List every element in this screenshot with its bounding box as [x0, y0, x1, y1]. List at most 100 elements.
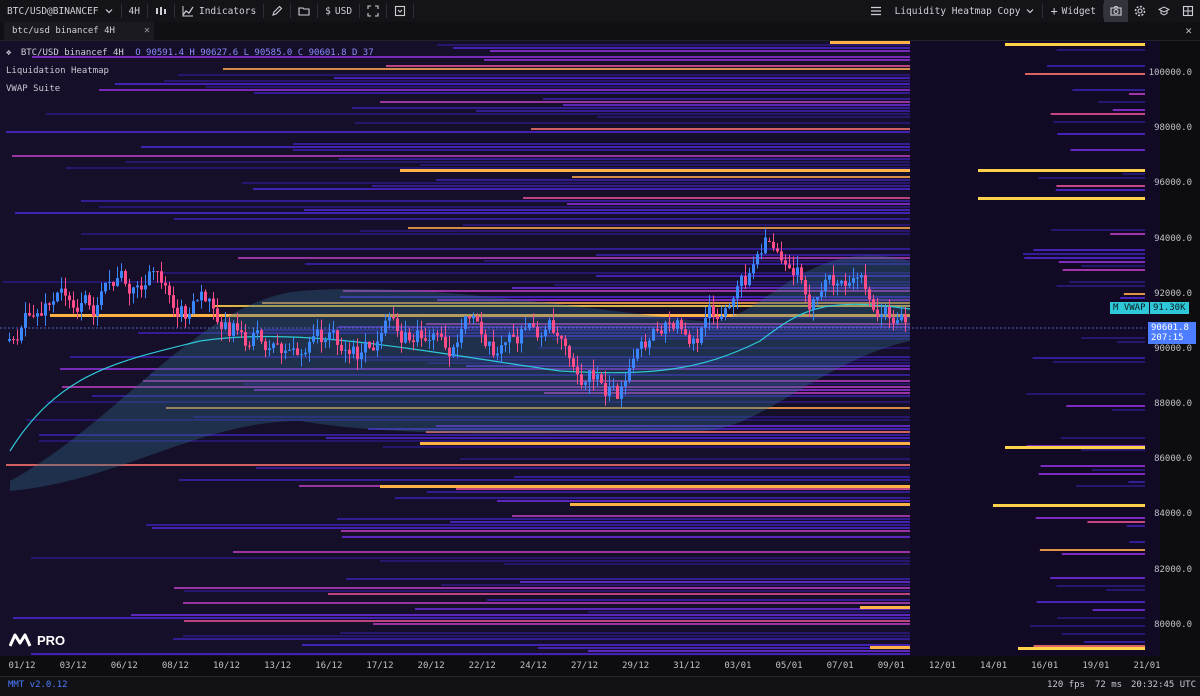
close-icon[interactable]: ✕ — [144, 25, 150, 36]
heatmap-band — [293, 143, 910, 145]
candle-body — [748, 273, 751, 285]
heatmap-band — [563, 104, 910, 106]
trend-line-icon — [182, 6, 194, 17]
candle-body — [404, 332, 407, 343]
heatmap-band — [408, 227, 910, 229]
candle-body — [800, 267, 803, 280]
layout-selector[interactable]: Liquidity Heatmap Copy — [888, 0, 1043, 22]
price-axis[interactable]: 100000.0 98000.0 96000.0 94000.0 92000.0 9000… — [1098, 41, 1200, 656]
candle-body — [608, 386, 611, 396]
fullscreen-button[interactable] — [360, 0, 386, 22]
candle-body — [416, 330, 419, 343]
candle-body — [784, 260, 787, 265]
currency-button[interactable]: $ USD — [318, 0, 359, 22]
chart-type-button[interactable] — [148, 0, 174, 22]
candle-body — [744, 276, 747, 285]
time-tick-label: 10/12 — [212, 661, 241, 671]
vwap-value: 91.30K — [1153, 303, 1186, 313]
time-tick-label: 03/01 — [724, 661, 752, 671]
candle-body — [808, 294, 811, 310]
candle-body — [772, 241, 775, 249]
layout-list-button[interactable] — [864, 0, 888, 22]
candle-body — [728, 306, 731, 309]
candle-body — [472, 316, 475, 319]
candle-body — [648, 340, 651, 348]
candle-body — [720, 316, 723, 320]
candle-body — [520, 329, 523, 344]
candle-body — [500, 345, 503, 354]
candle-body — [896, 320, 899, 324]
candle-body — [636, 348, 639, 359]
candle-body — [136, 285, 139, 288]
candle-body — [184, 306, 187, 319]
heatmap-band — [588, 650, 910, 652]
heatmap-band — [441, 584, 910, 586]
candle-body — [476, 316, 479, 322]
legend-indicator-heatmap[interactable]: Liquidation Heatmap — [6, 66, 374, 84]
brand-logo: PRO — [9, 632, 65, 648]
last-price-badge: 90601.8 207:15 — [1148, 322, 1196, 344]
heatmap-band — [174, 218, 910, 220]
candle-body — [328, 332, 331, 341]
divider — [413, 4, 415, 18]
candle-body — [20, 327, 23, 341]
heatmap-band — [242, 182, 910, 184]
chart-area[interactable] — [0, 41, 1160, 656]
draw-button[interactable] — [264, 0, 290, 22]
add-widget-button[interactable]: + Widget — [1043, 0, 1103, 22]
candle-body — [260, 330, 263, 342]
close-icon[interactable]: ✕ — [1185, 24, 1192, 37]
candle-body — [164, 282, 167, 286]
candle-body — [112, 281, 115, 286]
candle-body — [300, 354, 303, 356]
candle-body — [464, 316, 467, 330]
heatmap-band — [3, 281, 910, 283]
time-tick-label: 12/01 — [928, 661, 956, 671]
candle-body — [48, 303, 51, 305]
candle-body — [572, 358, 575, 367]
heatmap-band — [460, 458, 910, 460]
candle-body — [212, 298, 215, 309]
screenshot-button[interactable] — [1104, 0, 1128, 22]
legend-indicator-vwap[interactable]: VWAP Suite — [6, 84, 374, 102]
heatmap-band — [173, 638, 910, 640]
time-axis[interactable]: 01/12 03/12 06/12 08/12 10/12 13/12 16/12 17/12… — [0, 656, 1161, 676]
heatmap-band — [12, 155, 910, 157]
candle-body — [368, 341, 371, 348]
heatmap-band — [372, 185, 910, 187]
symbol-selector[interactable]: BTC/USD@BINANCEF — [0, 0, 121, 22]
candle-body — [864, 274, 867, 290]
candle-body — [144, 285, 147, 290]
timeframe-button[interactable]: 4H — [122, 0, 147, 22]
candle-body — [900, 314, 903, 321]
candle-body — [560, 335, 563, 339]
candle-body — [108, 281, 111, 283]
indicators-button[interactable]: Indicators — [175, 0, 263, 22]
candle-body — [272, 343, 275, 349]
clock-label: 20:32:45 UTC — [1131, 680, 1197, 690]
expand-icon — [367, 5, 379, 17]
candle-body — [828, 275, 831, 280]
layout-grid-button[interactable] — [1176, 0, 1200, 22]
candle-body — [712, 305, 715, 317]
settings-button[interactable] — [1128, 0, 1152, 22]
candle-body — [320, 329, 323, 343]
folder-button[interactable] — [291, 0, 317, 22]
candle-body — [816, 296, 819, 300]
candle-body — [172, 295, 175, 308]
academy-button[interactable] — [1152, 0, 1176, 22]
heatmap-band — [81, 233, 910, 235]
save-button[interactable] — [387, 0, 413, 22]
candle-body — [124, 270, 127, 284]
heatmap-band — [6, 131, 910, 133]
heatmap-band — [6, 464, 910, 466]
candle-body — [420, 330, 423, 339]
heatmap-band — [340, 632, 910, 634]
tab-btcusd[interactable]: btc/usd binancef 4H ✕ — [4, 22, 154, 40]
heatmap-band — [860, 606, 910, 609]
candle-body — [152, 271, 155, 273]
heatmap-band — [342, 536, 910, 538]
candle-body — [412, 340, 415, 343]
heatmap-band — [302, 644, 910, 646]
candle-body — [616, 385, 619, 399]
